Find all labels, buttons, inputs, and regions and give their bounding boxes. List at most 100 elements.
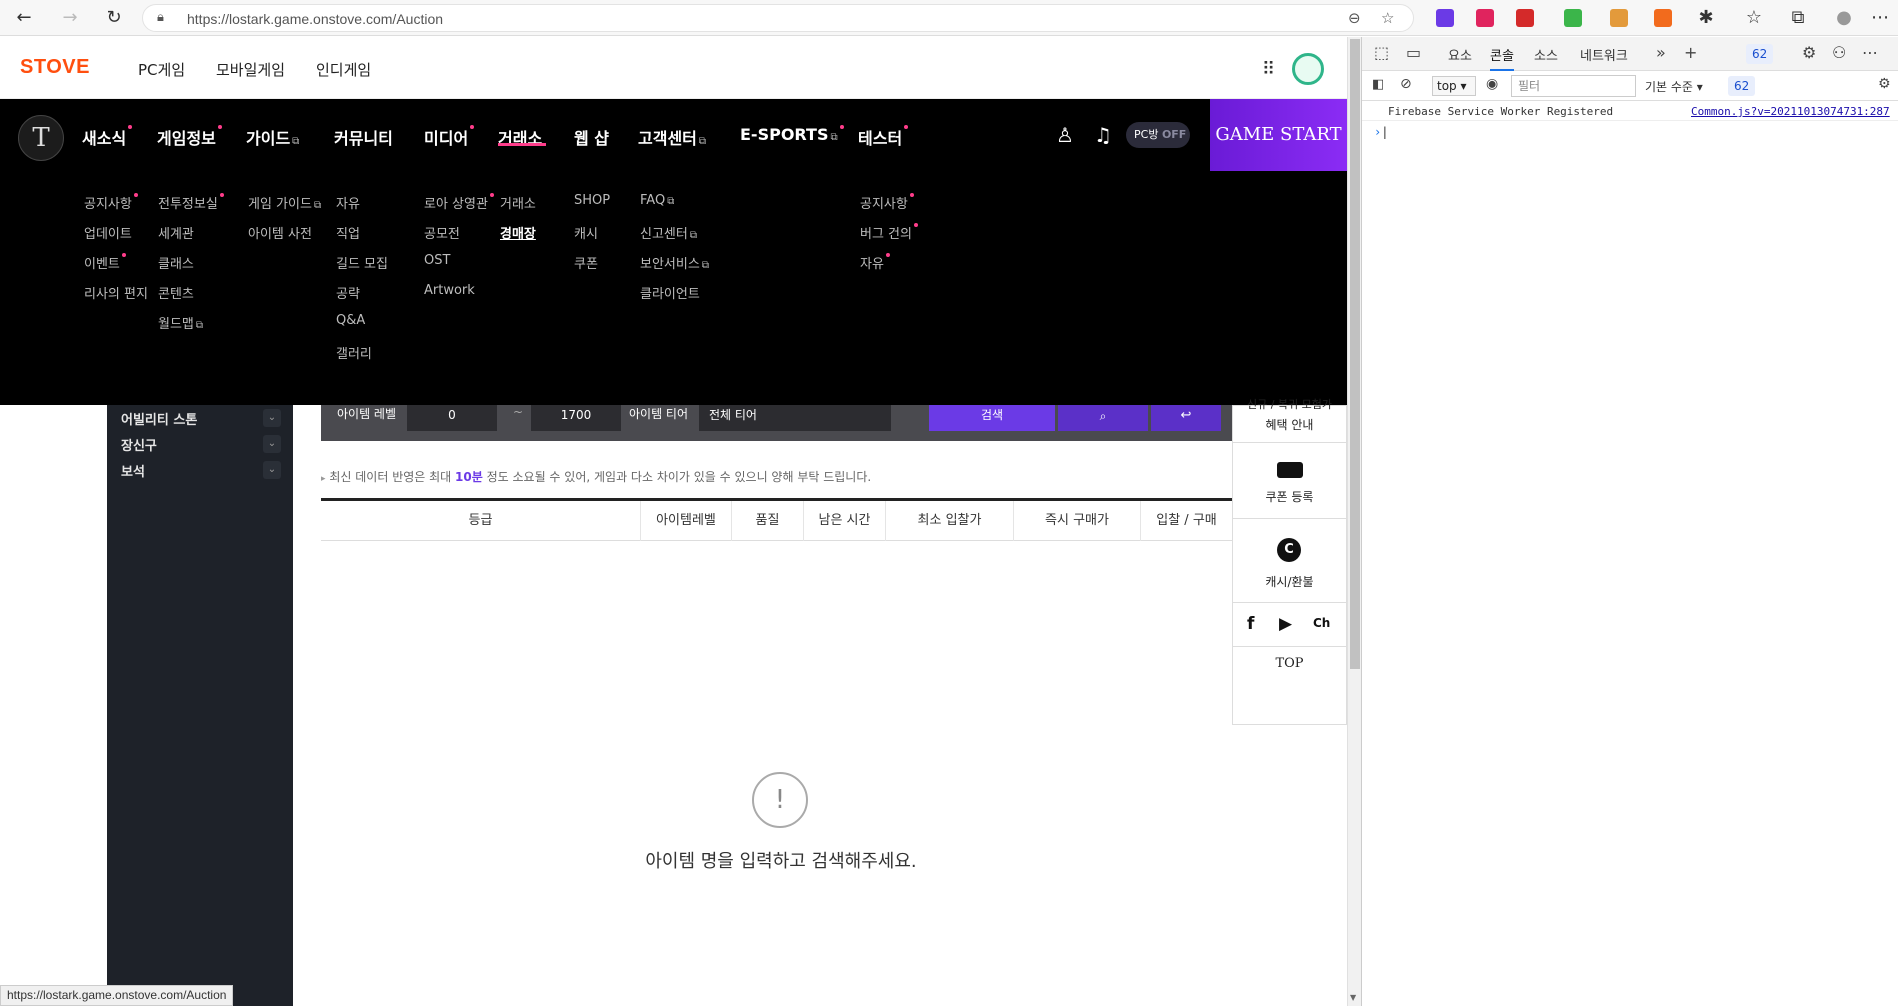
mega-menu-item[interactable]: Artwork (424, 283, 494, 313)
mega-menu-item[interactable]: 클래스 (158, 253, 224, 283)
facebook-icon[interactable]: f (1247, 614, 1254, 634)
mega-menu-item[interactable]: 콘텐츠 (158, 283, 224, 313)
extension-green-icon[interactable] (1564, 9, 1582, 27)
col-quality[interactable]: 품질 (732, 501, 804, 541)
nav-item-0[interactable]: 새소식 (82, 125, 133, 149)
device-toolbar-icon[interactable]: ▭ (1406, 43, 1421, 62)
mega-menu-item[interactable]: 자유 (336, 193, 388, 223)
level-min-input[interactable]: 0 (407, 405, 497, 431)
toolbar-issues-badge[interactable]: 62 (1728, 76, 1756, 96)
back-icon[interactable]: ← (12, 6, 36, 30)
inspect-icon[interactable]: ⬚ (1374, 43, 1389, 62)
mega-menu-item[interactable]: 쿠폰 (574, 253, 610, 283)
category-gem[interactable]: 보석 (121, 461, 145, 480)
mega-menu-item[interactable]: 공지사항 (860, 193, 918, 223)
settings-gear-icon[interactable]: ⚙ (1802, 43, 1816, 62)
col-item-level[interactable]: 아이템레벨 (641, 501, 732, 541)
extension-ex-icon[interactable] (1654, 9, 1672, 27)
nav-item-7[interactable]: 고객센터 ⧉ (638, 125, 706, 149)
console-settings-icon[interactable]: ⚙ (1878, 76, 1891, 92)
level-max-input[interactable]: 1700 (531, 405, 621, 431)
mega-menu-item[interactable]: 업데이트 (84, 223, 148, 253)
tab-console[interactable]: 콘솔 (1490, 45, 1514, 71)
bell-icon[interactable]: ♫ (1094, 123, 1112, 147)
mega-menu-item[interactable]: OST (424, 253, 494, 283)
stove-link-mobile[interactable]: 모바일게임 (216, 59, 285, 80)
category-ability-stone[interactable]: 어빌리티 스톤 (121, 409, 197, 428)
chevron-down-icon[interactable]: ⌄ (263, 461, 281, 479)
stove-logo[interactable]: STOVE (20, 56, 90, 79)
mega-menu-item[interactable]: 게임 가이드 ⧉ (248, 193, 321, 223)
more-icon[interactable]: ⋯ (1868, 6, 1892, 30)
mega-menu-item[interactable]: 직업 (336, 223, 388, 253)
extension-twitch-icon[interactable] (1436, 9, 1454, 27)
mega-menu-item[interactable]: 신고센터 ⧉ (640, 223, 709, 253)
pcbang-toggle[interactable]: PC방 OFF (1126, 122, 1190, 148)
mega-menu-item[interactable]: 갤러리 (336, 343, 388, 373)
reset-icon[interactable]: ↩ (1151, 405, 1221, 431)
console-filter-input[interactable]: 필터 (1511, 75, 1636, 97)
extension-media-icon[interactable] (1476, 9, 1494, 27)
add-tab-icon[interactable]: + (1684, 43, 1697, 62)
nav-item-8[interactable]: E-SPORTS ⧉ (740, 125, 844, 144)
col-min-bid[interactable]: 최소 입찰가 (886, 501, 1014, 541)
address-bar[interactable]: 🔒︎ https://lostark.game.onstove.com/Auct… (142, 4, 1414, 32)
cash-icon[interactable]: C (1277, 538, 1301, 562)
mega-menu-item[interactable]: 리사의 편지 (84, 283, 148, 313)
context-select[interactable]: top ▾ (1432, 76, 1476, 96)
nav-item-1[interactable]: 게임정보 (157, 125, 222, 149)
sidebar-toggle-icon[interactable]: ◧ (1372, 77, 1384, 92)
col-buy-now[interactable]: 즉시 구매가 (1014, 501, 1141, 541)
col-remaining-time[interactable]: 남은 시간 (804, 501, 886, 541)
live-expression-eye-icon[interactable]: ◉ (1486, 76, 1498, 92)
col-grade[interactable]: 등급 (321, 501, 641, 541)
log-source-link[interactable]: Common.js?v=20211013074731:287 (1691, 105, 1890, 118)
chevron-down-icon[interactable]: ⌄ (263, 409, 281, 427)
profile-icon[interactable]: ● (1832, 6, 1856, 30)
chevron-down-icon[interactable]: ⌄ (263, 435, 281, 453)
nav-item-6[interactable]: 웹 샵 (574, 125, 609, 149)
newcomer-line-2[interactable]: 혜택 안내 (1233, 416, 1346, 433)
apps-grid-icon[interactable]: ⠿ (1262, 59, 1275, 80)
mega-menu-item[interactable]: 월드맵 ⧉ (158, 313, 224, 343)
mega-menu-item[interactable]: 아이템 사전 (248, 223, 321, 253)
nav-item-9[interactable]: 테스터 (858, 125, 909, 149)
mega-menu-item[interactable]: 세계관 (158, 223, 224, 253)
mega-menu-item[interactable]: 버그 건의 (860, 223, 918, 253)
lostark-logo-icon[interactable]: T (18, 115, 64, 161)
mega-menu-item[interactable]: 전투정보실 (158, 193, 224, 223)
mega-menu-item[interactable]: Q&A (336, 313, 388, 343)
tab-sources[interactable]: 소스 (1534, 45, 1558, 64)
more-tabs-icon[interactable]: » (1656, 43, 1666, 62)
stove-link-indie[interactable]: 인디게임 (316, 59, 371, 80)
page-scrollbar[interactable]: ▼ (1347, 37, 1361, 1006)
mega-menu-item[interactable]: FAQ ⧉ (640, 193, 709, 223)
zoom-icon[interactable]: ⊖ (1348, 9, 1361, 27)
favorite-icon[interactable]: ☆ (1381, 9, 1394, 27)
avatar[interactable] (1292, 53, 1324, 85)
mega-menu-item[interactable]: 이벤트 (84, 253, 148, 283)
scroll-top-button[interactable]: TOP (1233, 656, 1346, 671)
reload-icon[interactable]: ↻ (102, 6, 126, 30)
mega-menu-item[interactable]: 로아 상영관 (424, 193, 494, 223)
search-button[interactable]: 검색 (929, 405, 1055, 431)
mega-menu-item[interactable]: 거래소 (500, 193, 536, 223)
game-start-button[interactable]: GAME START (1210, 99, 1347, 171)
tab-elements[interactable]: 요소 (1448, 45, 1472, 64)
lock-icon[interactable]: 🔒︎ (157, 10, 164, 25)
extension-pen-icon[interactable] (1516, 9, 1534, 27)
user-icon[interactable]: ♙ (1056, 123, 1074, 147)
clear-console-icon[interactable]: ⊘ (1400, 76, 1412, 92)
stove-link-pc[interactable]: PC게임 (138, 59, 185, 80)
favorites-icon[interactable]: ☆ (1742, 6, 1766, 30)
issues-badge[interactable]: 62 (1746, 44, 1774, 64)
mega-menu-item[interactable]: 클라이언트 (640, 283, 709, 313)
detail-search-icon[interactable]: ⌕ (1058, 405, 1148, 431)
nav-item-4[interactable]: 미디어 (424, 125, 475, 149)
category-accessory[interactable]: 장신구 (121, 435, 157, 454)
nav-item-3[interactable]: 커뮤니티 (334, 125, 393, 149)
devtools-more-icon[interactable]: ⋯ (1862, 43, 1878, 62)
log-levels-dropdown[interactable]: 기본 수준 ▾ (1645, 78, 1703, 95)
extension-cast-icon[interactable] (1610, 9, 1628, 27)
forward-icon[interactable]: → (58, 6, 82, 30)
